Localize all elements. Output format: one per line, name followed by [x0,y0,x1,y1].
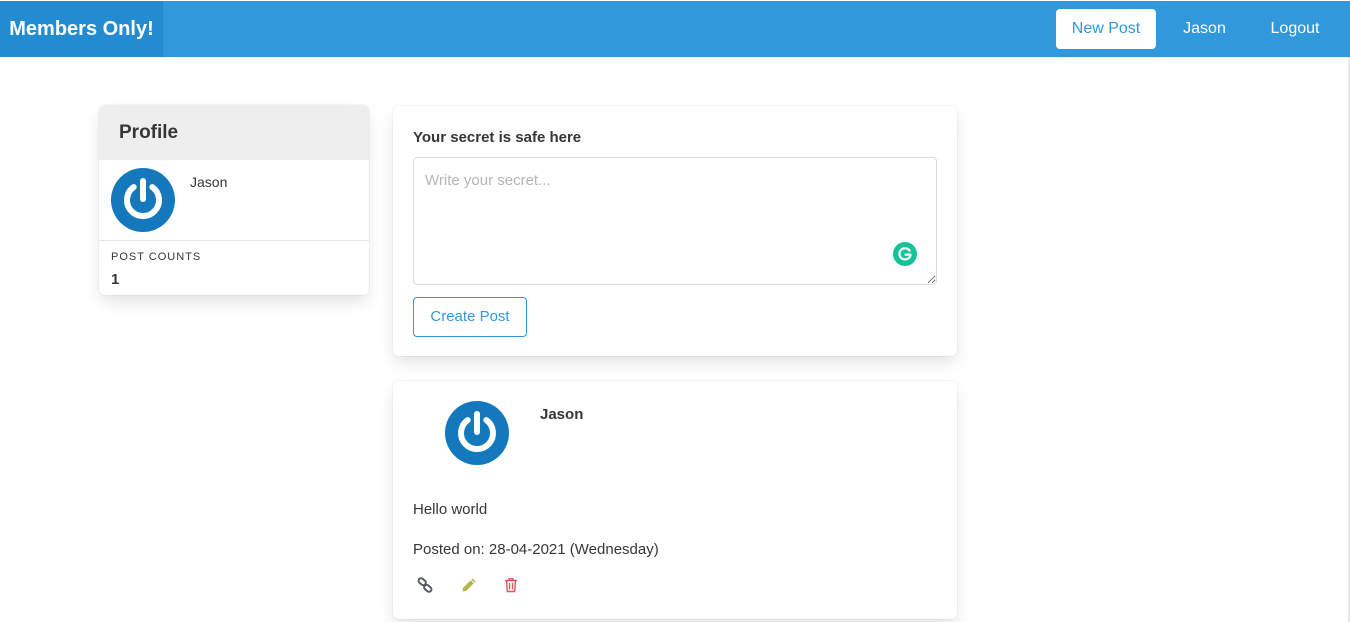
profile-divider [99,240,369,241]
profile-card: Profile Jason POST COUNTS 1 [99,105,369,295]
profile-header: Profile [99,105,369,160]
secret-label: Your secret is safe here [413,129,582,146]
navbar: Members Only! New Post Jason Logout [0,1,1350,57]
avatar-power-icon [111,168,175,232]
new-post-form-card: Your secret is safe here Create Post [393,106,957,356]
post-body: Hello world [413,501,488,518]
avatar-power-icon [445,401,509,465]
create-post-button[interactable]: Create Post [413,297,527,337]
post-date: Posted on: 28-04-2021 (Wednesday) [413,541,659,558]
brand-logo[interactable]: Members Only! [0,1,163,57]
secret-textarea[interactable] [413,157,937,285]
post-author: Jason [540,406,584,423]
edit-icon[interactable] [461,577,477,593]
profile-name: Jason [190,174,228,190]
post-counts-value: 1 [111,271,120,288]
profile-title: Profile [119,122,179,143]
nav-user-link[interactable]: Jason [1164,1,1245,57]
logout-link[interactable]: Logout [1250,1,1340,57]
new-post-button[interactable]: New Post [1056,9,1156,49]
grammarly-icon[interactable] [893,242,917,266]
delete-icon[interactable] [503,577,519,593]
post-counts-label: POST COUNTS [111,251,202,263]
post-card: Jason Hello world Posted on: 28-04-2021 … [393,381,957,619]
link-icon[interactable] [417,577,433,593]
